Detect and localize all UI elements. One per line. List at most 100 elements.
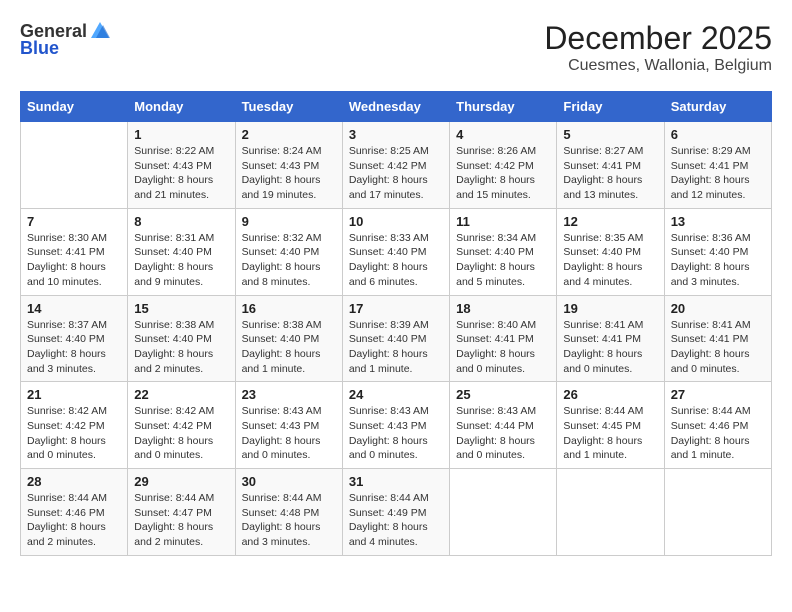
day-number: 9 xyxy=(242,214,336,229)
calendar-cell: 5 Sunrise: 8:27 AMSunset: 4:41 PMDaylight… xyxy=(557,122,664,209)
day-info: Sunrise: 8:25 AMSunset: 4:42 PMDaylight:… xyxy=(349,144,443,203)
day-info: Sunrise: 8:32 AMSunset: 4:40 PMDaylight:… xyxy=(242,231,336,290)
day-number: 2 xyxy=(242,127,336,142)
day-info: Sunrise: 8:44 AMSunset: 4:49 PMDaylight:… xyxy=(349,491,443,550)
day-info: Sunrise: 8:40 AMSunset: 4:41 PMDaylight:… xyxy=(456,318,550,377)
calendar-week-row: 21 Sunrise: 8:42 AMSunset: 4:42 PMDayligh… xyxy=(21,382,772,469)
day-number: 24 xyxy=(349,387,443,402)
calendar-week-row: 14 Sunrise: 8:37 AMSunset: 4:40 PMDayligh… xyxy=(21,295,772,382)
weekday-header-saturday: Saturday xyxy=(664,92,771,122)
calendar-cell: 22 Sunrise: 8:42 AMSunset: 4:42 PMDayligh… xyxy=(128,382,235,469)
day-number: 13 xyxy=(671,214,765,229)
day-info: Sunrise: 8:26 AMSunset: 4:42 PMDaylight:… xyxy=(456,144,550,203)
calendar-cell: 27Sunrise: 8:44 AMSunset: 4:46 PMDayligh… xyxy=(664,382,771,469)
calendar-cell: 10Sunrise: 8:33 AMSunset: 4:40 PMDayligh… xyxy=(342,208,449,295)
month-title: December 2025 xyxy=(544,20,772,57)
calendar-cell: 8Sunrise: 8:31 AMSunset: 4:40 PMDaylight… xyxy=(128,208,235,295)
day-info: Sunrise: 8:24 AMSunset: 4:43 PMDaylight:… xyxy=(242,144,336,203)
calendar-cell: 16 Sunrise: 8:38 AMSunset: 4:40 PMDayligh… xyxy=(235,295,342,382)
day-info: Sunrise: 8:44 AMSunset: 4:46 PMDaylight:… xyxy=(671,404,765,463)
day-number: 22 xyxy=(134,387,228,402)
calendar-cell: 4 Sunrise: 8:26 AMSunset: 4:42 PMDaylight… xyxy=(450,122,557,209)
day-info: Sunrise: 8:36 AMSunset: 4:40 PMDaylight:… xyxy=(671,231,765,290)
calendar-cell: 13 Sunrise: 8:36 AMSunset: 4:40 PMDayligh… xyxy=(664,208,771,295)
day-number: 1 xyxy=(134,127,228,142)
calendar-cell: 23 Sunrise: 8:43 AMSunset: 4:43 PMDayligh… xyxy=(235,382,342,469)
day-number: 21 xyxy=(27,387,121,402)
day-info: Sunrise: 8:37 AMSunset: 4:40 PMDaylight:… xyxy=(27,318,121,377)
day-info: Sunrise: 8:35 AMSunset: 4:40 PMDaylight:… xyxy=(563,231,657,290)
weekday-header-thursday: Thursday xyxy=(450,92,557,122)
day-info: Sunrise: 8:30 AMSunset: 4:41 PMDaylight:… xyxy=(27,231,121,290)
calendar-week-row: 28Sunrise: 8:44 AMSunset: 4:46 PMDayligh… xyxy=(21,469,772,556)
day-number: 10 xyxy=(349,214,443,229)
title-block: December 2025 Cuesmes, Wallonia, Belgium xyxy=(544,20,772,75)
day-info: Sunrise: 8:22 AMSunset: 4:43 PMDaylight:… xyxy=(134,144,228,203)
calendar-cell: 21 Sunrise: 8:42 AMSunset: 4:42 PMDayligh… xyxy=(21,382,128,469)
location-title: Cuesmes, Wallonia, Belgium xyxy=(544,57,772,75)
calendar-cell: 20 Sunrise: 8:41 AMSunset: 4:41 PMDayligh… xyxy=(664,295,771,382)
day-info: Sunrise: 8:41 AMSunset: 4:41 PMDaylight:… xyxy=(671,318,765,377)
calendar-cell: 29 Sunrise: 8:44 AMSunset: 4:47 PMDayligh… xyxy=(128,469,235,556)
calendar-cell: 31 Sunrise: 8:44 AMSunset: 4:49 PMDayligh… xyxy=(342,469,449,556)
calendar-cell: 7 Sunrise: 8:30 AMSunset: 4:41 PMDaylight… xyxy=(21,208,128,295)
day-info: Sunrise: 8:44 AMSunset: 4:47 PMDaylight:… xyxy=(134,491,228,550)
calendar-cell: 11 Sunrise: 8:34 AMSunset: 4:40 PMDayligh… xyxy=(450,208,557,295)
calendar-cell: 6 Sunrise: 8:29 AMSunset: 4:41 PMDaylight… xyxy=(664,122,771,209)
day-number: 14 xyxy=(27,301,121,316)
weekday-header-wednesday: Wednesday xyxy=(342,92,449,122)
day-info: Sunrise: 8:43 AMSunset: 4:44 PMDaylight:… xyxy=(456,404,550,463)
calendar-cell: 12 Sunrise: 8:35 AMSunset: 4:40 PMDayligh… xyxy=(557,208,664,295)
day-info: Sunrise: 8:42 AMSunset: 4:42 PMDaylight:… xyxy=(134,404,228,463)
calendar-week-row: 7 Sunrise: 8:30 AMSunset: 4:41 PMDaylight… xyxy=(21,208,772,295)
day-number: 16 xyxy=(242,301,336,316)
calendar-cell: 26 Sunrise: 8:44 AMSunset: 4:45 PMDayligh… xyxy=(557,382,664,469)
day-info: Sunrise: 8:42 AMSunset: 4:42 PMDaylight:… xyxy=(27,404,121,463)
day-number: 26 xyxy=(563,387,657,402)
day-info: Sunrise: 8:29 AMSunset: 4:41 PMDaylight:… xyxy=(671,144,765,203)
weekday-header-friday: Friday xyxy=(557,92,664,122)
day-number: 12 xyxy=(563,214,657,229)
day-info: Sunrise: 8:38 AMSunset: 4:40 PMDaylight:… xyxy=(134,318,228,377)
day-number: 18 xyxy=(456,301,550,316)
day-number: 6 xyxy=(671,127,765,142)
calendar-cell: 3Sunrise: 8:25 AMSunset: 4:42 PMDaylight… xyxy=(342,122,449,209)
calendar-cell: 18 Sunrise: 8:40 AMSunset: 4:41 PMDayligh… xyxy=(450,295,557,382)
calendar-cell: 19Sunrise: 8:41 AMSunset: 4:41 PMDayligh… xyxy=(557,295,664,382)
calendar-cell xyxy=(450,469,557,556)
day-number: 17 xyxy=(349,301,443,316)
day-info: Sunrise: 8:44 AMSunset: 4:45 PMDaylight:… xyxy=(563,404,657,463)
weekday-header-row: SundayMondayTuesdayWednesdayThursdayFrid… xyxy=(21,92,772,122)
calendar-cell xyxy=(664,469,771,556)
day-info: Sunrise: 8:43 AMSunset: 4:43 PMDaylight:… xyxy=(242,404,336,463)
calendar-cell: 2 Sunrise: 8:24 AMSunset: 4:43 PMDaylight… xyxy=(235,122,342,209)
day-number: 31 xyxy=(349,474,443,489)
day-number: 11 xyxy=(456,214,550,229)
day-info: Sunrise: 8:39 AMSunset: 4:40 PMDaylight:… xyxy=(349,318,443,377)
day-number: 7 xyxy=(27,214,121,229)
calendar-cell xyxy=(557,469,664,556)
day-number: 4 xyxy=(456,127,550,142)
calendar-cell: 17 Sunrise: 8:39 AMSunset: 4:40 PMDayligh… xyxy=(342,295,449,382)
calendar-cell: 30Sunrise: 8:44 AMSunset: 4:48 PMDayligh… xyxy=(235,469,342,556)
calendar-cell: 9 Sunrise: 8:32 AMSunset: 4:40 PMDaylight… xyxy=(235,208,342,295)
day-number: 20 xyxy=(671,301,765,316)
logo-icon xyxy=(89,20,111,42)
day-info: Sunrise: 8:44 AMSunset: 4:46 PMDaylight:… xyxy=(27,491,121,550)
weekday-header-sunday: Sunday xyxy=(21,92,128,122)
day-number: 23 xyxy=(242,387,336,402)
calendar-cell: 24Sunrise: 8:43 AMSunset: 4:43 PMDayligh… xyxy=(342,382,449,469)
day-info: Sunrise: 8:34 AMSunset: 4:40 PMDaylight:… xyxy=(456,231,550,290)
day-number: 25 xyxy=(456,387,550,402)
calendar-cell: 28Sunrise: 8:44 AMSunset: 4:46 PMDayligh… xyxy=(21,469,128,556)
day-info: Sunrise: 8:27 AMSunset: 4:41 PMDaylight:… xyxy=(563,144,657,203)
page-header: General Blue December 2025 Cuesmes, Wall… xyxy=(20,20,772,75)
calendar-cell xyxy=(21,122,128,209)
day-number: 30 xyxy=(242,474,336,489)
day-number: 29 xyxy=(134,474,228,489)
weekday-header-monday: Monday xyxy=(128,92,235,122)
day-number: 5 xyxy=(563,127,657,142)
day-info: Sunrise: 8:41 AMSunset: 4:41 PMDaylight:… xyxy=(563,318,657,377)
day-info: Sunrise: 8:38 AMSunset: 4:40 PMDaylight:… xyxy=(242,318,336,377)
calendar-cell: 15Sunrise: 8:38 AMSunset: 4:40 PMDayligh… xyxy=(128,295,235,382)
